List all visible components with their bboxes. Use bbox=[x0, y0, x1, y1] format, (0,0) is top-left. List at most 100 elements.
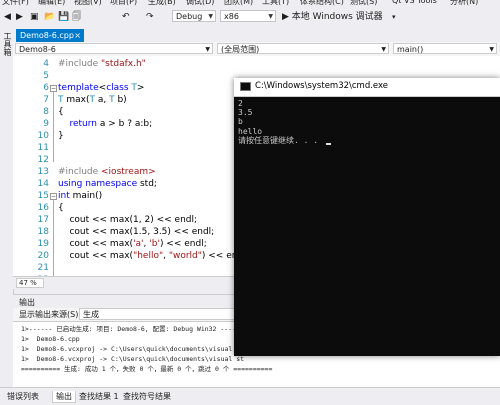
code-token: cout << max(1, 2) << endl; bbox=[58, 215, 198, 225]
line-number: 10 bbox=[37, 131, 49, 141]
code-token: #include bbox=[58, 59, 102, 69]
console-output-line: 3.5 bbox=[238, 108, 253, 118]
code-token: #include bbox=[58, 167, 102, 177]
code-token: a > b ? a:b; bbox=[96, 119, 153, 129]
code-line[interactable]: } bbox=[58, 130, 64, 142]
line-number: 16 bbox=[37, 203, 49, 213]
member-dropdown[interactable]: main() ▼ bbox=[393, 43, 497, 54]
fold-guide bbox=[53, 200, 54, 282]
navigation-bar: Demo8-6 ▼ (全局范围) ▼ main() ▼ bbox=[13, 42, 500, 57]
project-value: Demo8-6 bbox=[19, 45, 56, 54]
code-line[interactable]: #include "stdafx.h" bbox=[58, 58, 146, 70]
line-number: 14 bbox=[37, 179, 49, 189]
output-line: 1> Demo8-6.vcxproj -> C:\Users\quick\doc… bbox=[21, 355, 245, 363]
run-options-arrow[interactable]: ▾ bbox=[392, 10, 396, 24]
line-number: 4 bbox=[43, 59, 49, 69]
code-line[interactable]: #include <iostream> bbox=[58, 166, 156, 178]
toolbar: ◀ ▶ ▣ 📂 💾 🗐 ↶ ↷ Debug ▼ x86 ▼ ▶ 本地 Windows… bbox=[0, 6, 500, 29]
code-line[interactable]: T max(T a, T b) bbox=[58, 94, 127, 106]
redo-icon[interactable]: ↷ bbox=[146, 10, 154, 24]
line-number: 12 bbox=[37, 155, 49, 165]
code-line[interactable]: template<class T> bbox=[58, 82, 144, 94]
bottom-tab[interactable]: 查找结果 1 bbox=[76, 391, 122, 402]
code-line[interactable]: cout << max('a', 'b') << endl; bbox=[58, 238, 207, 250]
code-line[interactable]: using namespace std; bbox=[58, 178, 157, 190]
code-token: cout << max( bbox=[58, 239, 134, 249]
line-number: 19 bbox=[37, 239, 49, 249]
menu-item[interactable]: Qt VS Tools bbox=[392, 0, 437, 5]
scope-dropdown[interactable]: (全局范围) ▼ bbox=[217, 43, 389, 54]
scope-value: (全局范围) bbox=[221, 45, 260, 54]
line-number-gutter: 45678910111213141516171819202122−− bbox=[13, 56, 57, 285]
fold-toggle-icon[interactable]: − bbox=[50, 193, 57, 200]
code-token: cout << max(1.5, 3.5) << endl; bbox=[58, 227, 215, 237]
toolbox-strip[interactable]: 工具箱 bbox=[0, 28, 14, 294]
output-line: 1> Demo8-6.vcxproj -> C:\Users\quick\doc… bbox=[21, 345, 245, 353]
code-token: return bbox=[69, 119, 97, 129]
console-output-line: 请按任意键继续. . . bbox=[238, 135, 319, 145]
code-token: { bbox=[58, 203, 64, 213]
zoom-level-dropdown[interactable]: 47 % bbox=[16, 278, 44, 288]
code-token: main() bbox=[69, 191, 103, 201]
bottom-tab-bar: 错误列表 输出 查找结果 1 查找符号结果 bbox=[0, 387, 500, 405]
line-number: 20 bbox=[37, 251, 49, 261]
tab-label: Demo8-6.cpp bbox=[20, 31, 74, 40]
console-title-bar[interactable]: C:\Windows\system32\cmd.exe bbox=[234, 78, 500, 97]
console-output-line: b bbox=[238, 117, 243, 127]
code-line[interactable]: int main() bbox=[58, 190, 102, 202]
code-line[interactable]: { bbox=[58, 106, 64, 118]
output-line: 1>------ 已启动生成: 项目: Demo8-6, 配置: Debug W… bbox=[21, 325, 244, 333]
code-token: "world" bbox=[168, 251, 202, 261]
code-line[interactable]: { bbox=[58, 202, 64, 214]
console-output-line: 2 bbox=[238, 99, 243, 108]
config-dropdown[interactable]: Debug ▼ bbox=[172, 10, 216, 22]
open-file-icon[interactable]: 📂 bbox=[44, 10, 55, 24]
output-source-dropdown[interactable]: 生成 bbox=[79, 308, 249, 320]
new-project-icon[interactable]: ▣ bbox=[30, 10, 39, 24]
line-number: 13 bbox=[37, 167, 49, 177]
bottom-tab[interactable]: 错误列表 bbox=[4, 391, 42, 402]
code-line[interactable]: cout << max(1.5, 3.5) << endl; bbox=[58, 226, 214, 238]
code-line[interactable]: cout << max(1, 2) << endl; bbox=[58, 214, 197, 226]
line-number: 9 bbox=[43, 119, 49, 129]
undo-icon[interactable]: ↶ bbox=[122, 10, 130, 24]
code-token: } bbox=[58, 131, 64, 141]
output-line: ========== 生成: 成功 1 个，失败 0 个，最新 0 个，跳过 0… bbox=[21, 365, 273, 373]
platform-dropdown[interactable]: x86 ▼ bbox=[220, 10, 276, 22]
config-value: Debug bbox=[176, 12, 203, 21]
save-icon[interactable]: 💾 bbox=[58, 10, 69, 24]
member-value: main() bbox=[397, 45, 424, 54]
console-window[interactable]: C:\Windows\system32\cmd.exe 2 3.5 b hello 请按… bbox=[234, 78, 500, 356]
tab-demo8-6-cpp[interactable]: Demo8-6.cpp × bbox=[16, 29, 84, 42]
forward-icon[interactable]: ▶ bbox=[16, 10, 23, 24]
line-number: 15 bbox=[37, 191, 49, 201]
code-token: using bbox=[58, 179, 83, 189]
back-icon[interactable]: ◀ bbox=[4, 10, 11, 24]
run-debugger-button[interactable]: ▶ 本地 Windows 调试器 bbox=[282, 10, 383, 24]
bottom-tab[interactable]: 查找符号结果 bbox=[120, 391, 174, 402]
code-token: "hello" bbox=[133, 251, 164, 261]
code-token: > bbox=[136, 83, 145, 93]
code-line[interactable]: cout << max("hello", "world") << endl; bbox=[58, 250, 248, 262]
output-source-label: 显示输出来源(S): bbox=[19, 310, 82, 319]
line-number: 6 bbox=[43, 83, 49, 93]
bottom-tab[interactable]: 输出 bbox=[52, 391, 76, 403]
console-icon bbox=[240, 82, 251, 91]
code-token: int bbox=[58, 191, 70, 201]
close-icon[interactable]: × bbox=[74, 29, 81, 42]
output-panel-title: 输出 bbox=[19, 298, 35, 307]
code-token: ) << endl; bbox=[159, 239, 207, 249]
console-output-line: hello bbox=[238, 126, 263, 136]
line-number: 21 bbox=[37, 263, 49, 273]
code-line[interactable]: return a > b ? a:b; bbox=[58, 118, 152, 130]
line-number: 18 bbox=[37, 227, 49, 237]
code-token: 'b' bbox=[149, 239, 160, 249]
platform-value: x86 bbox=[224, 12, 239, 21]
line-number: 5 bbox=[43, 71, 49, 81]
line-number: 11 bbox=[37, 143, 49, 153]
toolbox-label: 工具箱 bbox=[3, 32, 12, 56]
console-cursor bbox=[326, 142, 331, 145]
project-dropdown[interactable]: Demo8-6 ▼ bbox=[15, 43, 213, 54]
fold-toggle-icon[interactable]: − bbox=[50, 85, 57, 92]
save-all-icon[interactable]: 🗐 bbox=[72, 10, 81, 24]
